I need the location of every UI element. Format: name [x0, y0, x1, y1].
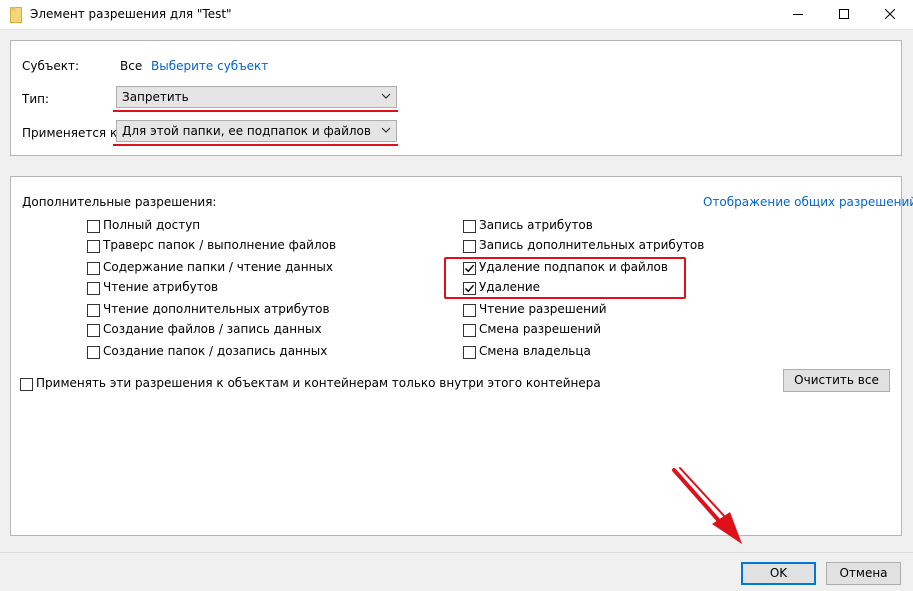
chevron-down-icon: [381, 93, 391, 99]
checkbox[interactable]: [463, 220, 476, 233]
select-principal-link[interactable]: Выберите субъект: [151, 59, 268, 73]
checkbox[interactable]: [463, 304, 476, 317]
principal-label: Субъект:: [22, 59, 80, 73]
applies-to-dropdown-value: Для этой папки, ее подпапок и файлов: [122, 124, 371, 138]
title-bar: Элемент разрешения для "Test": [0, 0, 913, 30]
checkbox[interactable]: [463, 346, 476, 359]
advanced-permissions-heading: Дополнительные разрешения:: [22, 195, 217, 209]
cancel-button[interactable]: Отмена: [826, 562, 901, 585]
checkbox[interactable]: [87, 304, 100, 317]
annotation-underline-applies-to: [113, 144, 398, 146]
checkbox[interactable]: [463, 324, 476, 337]
annotation-arrow-icon: [672, 467, 742, 544]
folder-icon: [10, 7, 22, 23]
minimize-icon: [793, 14, 803, 15]
show-basic-permissions-link[interactable]: Отображение общих разрешений: [703, 195, 913, 209]
ok-button[interactable]: OK: [741, 562, 816, 585]
type-label: Тип:: [22, 92, 50, 106]
type-dropdown-value: Запретить: [122, 90, 189, 104]
clear-all-button[interactable]: Очистить все: [783, 369, 890, 392]
type-dropdown[interactable]: Запретить: [116, 86, 397, 108]
checkbox[interactable]: [87, 262, 100, 275]
annotation-underline-type: [113, 110, 398, 112]
checkbox[interactable]: [87, 346, 100, 359]
checkbox[interactable]: [87, 282, 100, 295]
checkbox[interactable]: [87, 240, 100, 253]
checkbox[interactable]: [87, 324, 100, 337]
minimize-button[interactable]: [775, 0, 821, 30]
checkbox[interactable]: [463, 240, 476, 253]
window-title: Элемент разрешения для "Test": [30, 7, 232, 21]
applies-to-label: Применяется к:: [22, 126, 122, 140]
close-icon: [885, 9, 895, 19]
close-button[interactable]: [867, 0, 913, 30]
footer-separator: [0, 552, 913, 553]
applies-to-dropdown[interactable]: Для этой папки, ее подпапок и файлов: [116, 120, 397, 142]
chevron-down-icon: [381, 127, 391, 133]
annotation-highlight-box: [444, 257, 686, 299]
principal-value: Все: [120, 59, 143, 73]
maximize-icon: [839, 9, 849, 19]
checkbox[interactable]: [20, 378, 33, 391]
checkbox[interactable]: [87, 220, 100, 233]
maximize-button[interactable]: [821, 0, 867, 30]
